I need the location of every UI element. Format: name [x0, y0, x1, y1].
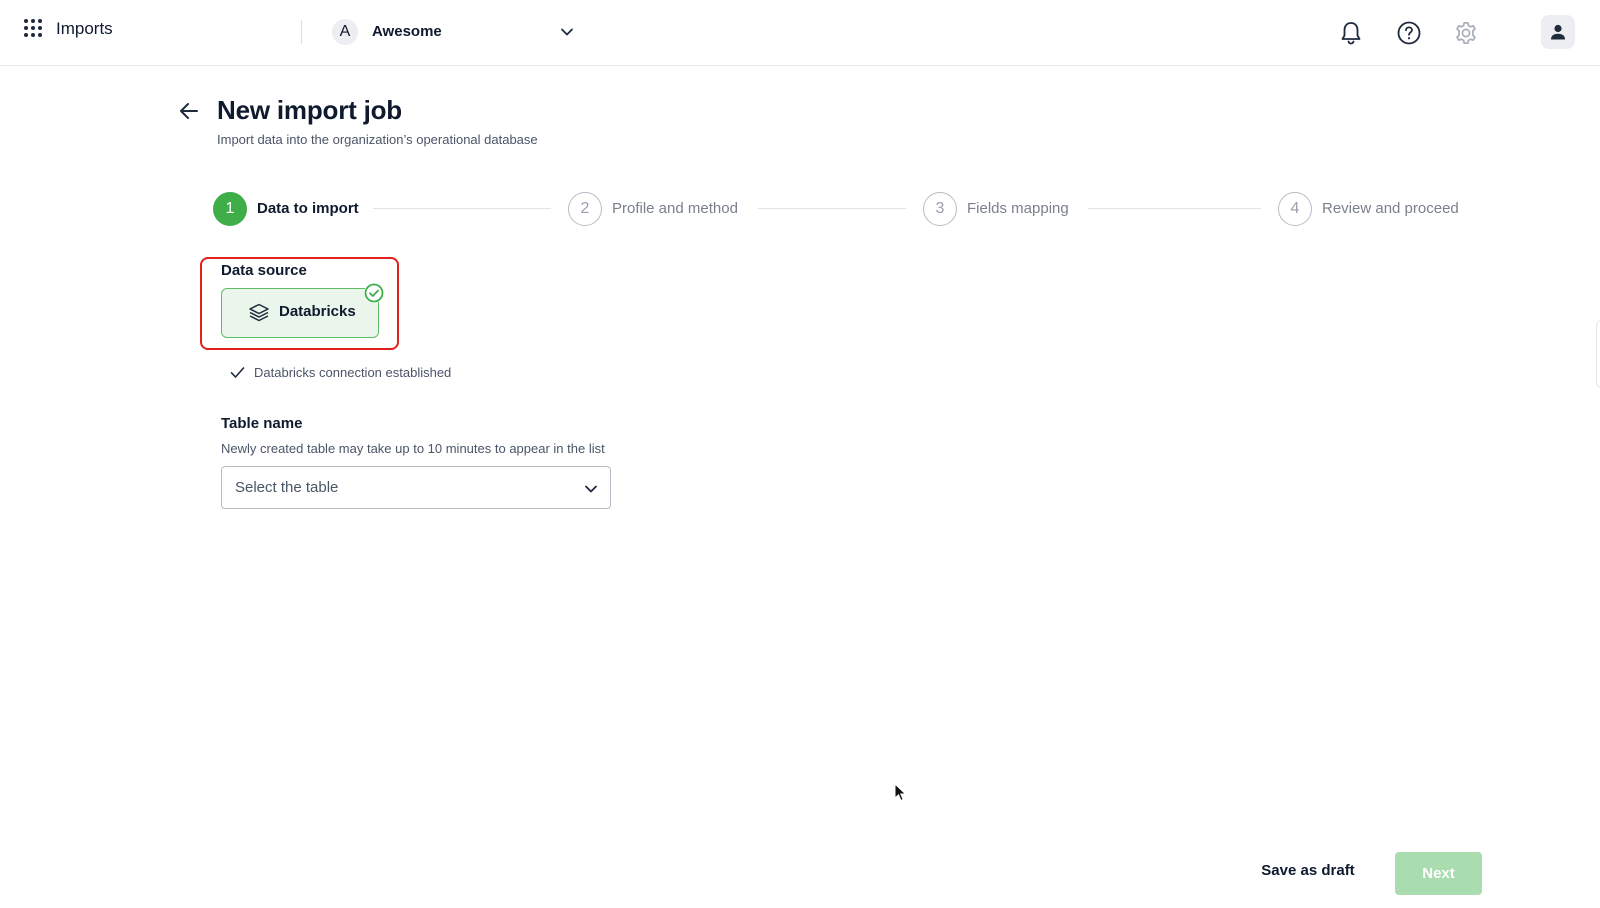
save-as-draft-button[interactable]: Save as draft — [1250, 862, 1366, 886]
top-bar: Imports A Awesome — [0, 0, 1600, 66]
table-select-placeholder: Select the table — [235, 479, 339, 496]
step-number: 3 — [923, 192, 957, 226]
layers-icon — [248, 302, 270, 324]
databricks-label: Databricks — [279, 303, 356, 320]
org-name: Awesome — [372, 23, 442, 40]
side-panel-tab[interactable] — [1596, 320, 1600, 388]
step-connector — [1088, 208, 1261, 209]
table-name-help: Newly created table may take up to 10 mi… — [221, 441, 605, 456]
step-connector — [373, 208, 551, 209]
apps-grid-icon[interactable] — [23, 18, 43, 38]
app-title: Imports — [56, 19, 113, 38]
gear-icon[interactable] — [1453, 20, 1479, 46]
top-divider — [301, 20, 302, 44]
user-icon — [1551, 24, 1565, 40]
org-switcher[interactable]: A Awesome — [332, 19, 578, 45]
step-label: Data to import — [257, 200, 359, 217]
table-name-label: Table name — [221, 415, 303, 432]
step-label: Fields mapping — [967, 200, 1069, 217]
connection-status-text: Databricks connection established — [254, 365, 452, 380]
help-icon[interactable] — [1396, 20, 1422, 46]
check-icon — [230, 365, 245, 380]
next-button[interactable]: Next — [1395, 852, 1482, 895]
check-circle-icon — [364, 283, 384, 303]
page-title: New import job — [217, 95, 402, 125]
table-select[interactable]: Select the table — [221, 466, 611, 509]
step-number: 1 — [213, 192, 247, 226]
step-connector — [758, 208, 906, 209]
step-number: 2 — [568, 192, 602, 226]
org-avatar: A — [332, 19, 358, 45]
step-label: Profile and method — [612, 200, 738, 217]
chevron-down-icon — [584, 482, 598, 496]
bell-icon[interactable] — [1338, 20, 1364, 46]
step-number: 4 — [1278, 192, 1312, 226]
step-label: Review and proceed — [1322, 200, 1459, 217]
user-avatar-button[interactable] — [1541, 15, 1575, 49]
mouse-cursor-icon — [894, 782, 908, 803]
data-source-label: Data source — [221, 262, 307, 279]
back-arrow-icon[interactable] — [178, 100, 200, 122]
databricks-source-card[interactable]: Databricks — [221, 288, 379, 338]
chevron-down-icon — [560, 25, 574, 39]
page-subtitle: Import data into the organization’s oper… — [217, 132, 538, 147]
